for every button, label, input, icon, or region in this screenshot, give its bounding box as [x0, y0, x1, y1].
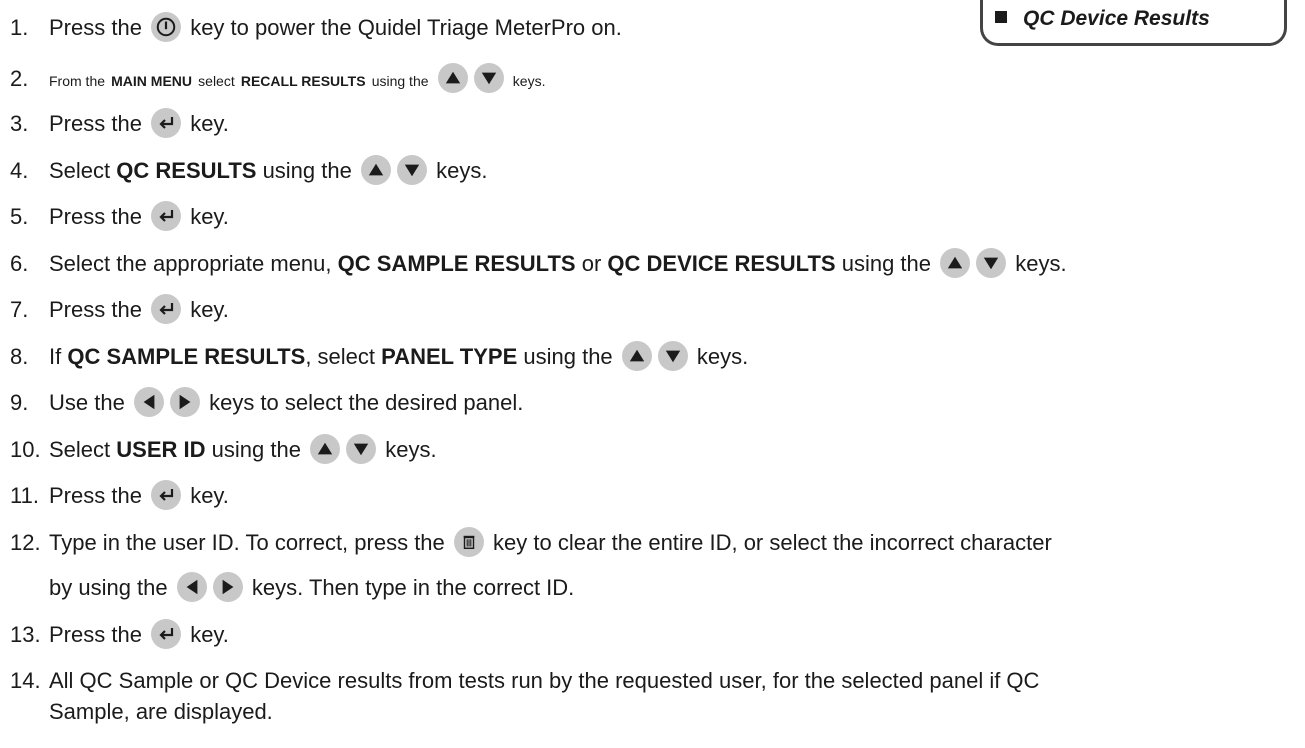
step-8: 8. If QC SAMPLE RESULTS, select PANEL TYP… [10, 341, 1295, 372]
step-9: 9. Use the keys to select the desired pan… [10, 387, 1295, 418]
step-11: 11. Press the key. [10, 480, 1295, 511]
enter-icon [151, 480, 182, 511]
step-14: 14. All QC Sample or QC Device results fr… [10, 668, 1040, 693]
up-arrow-icon [621, 341, 652, 372]
right-arrow-icon [169, 387, 200, 418]
step-10: 10. Select USER ID using the keys. [10, 434, 1295, 465]
step-13: 13. Press the key. [10, 619, 1295, 650]
trash-icon [453, 527, 484, 558]
down-arrow-icon [657, 341, 688, 372]
up-arrow-icon [940, 248, 971, 279]
step-4: 4. Select QC RESULTS using the keys. [10, 155, 1295, 186]
enter-icon [151, 201, 182, 232]
right-arrow-icon [212, 572, 243, 603]
up-arrow-icon [360, 155, 391, 186]
down-arrow-icon [346, 434, 377, 465]
step-5: 5. Press the key. [10, 201, 1295, 232]
enter-icon [151, 294, 182, 325]
left-arrow-icon [133, 387, 164, 418]
step-3: 3. Press the key. [10, 108, 1295, 139]
step-14-line-2: Sample, are displayed. [49, 699, 273, 724]
enter-icon [151, 108, 182, 139]
left-arrow-icon [176, 572, 207, 603]
power-icon [151, 12, 182, 43]
down-arrow-icon [976, 248, 1007, 279]
step-2: 2. From the MAIN MENU select RECALL RESUL… [10, 63, 1295, 94]
step-12-line-2: by using the keys. Then type in the corr… [10, 572, 1295, 603]
step-7: 7. Press the key. [10, 294, 1295, 325]
down-arrow-icon [473, 63, 504, 94]
step-6: 6. Select the appropriate menu, QC SAMPLE… [10, 248, 1295, 279]
down-arrow-icon [396, 155, 427, 186]
step-12: 12. Type in the user ID. To correct, pres… [10, 527, 1295, 558]
up-arrow-icon [437, 63, 468, 94]
up-arrow-icon [310, 434, 341, 465]
step-1: 1. Press the key to power the Quidel Tria… [10, 12, 1295, 43]
enter-icon [151, 619, 182, 650]
